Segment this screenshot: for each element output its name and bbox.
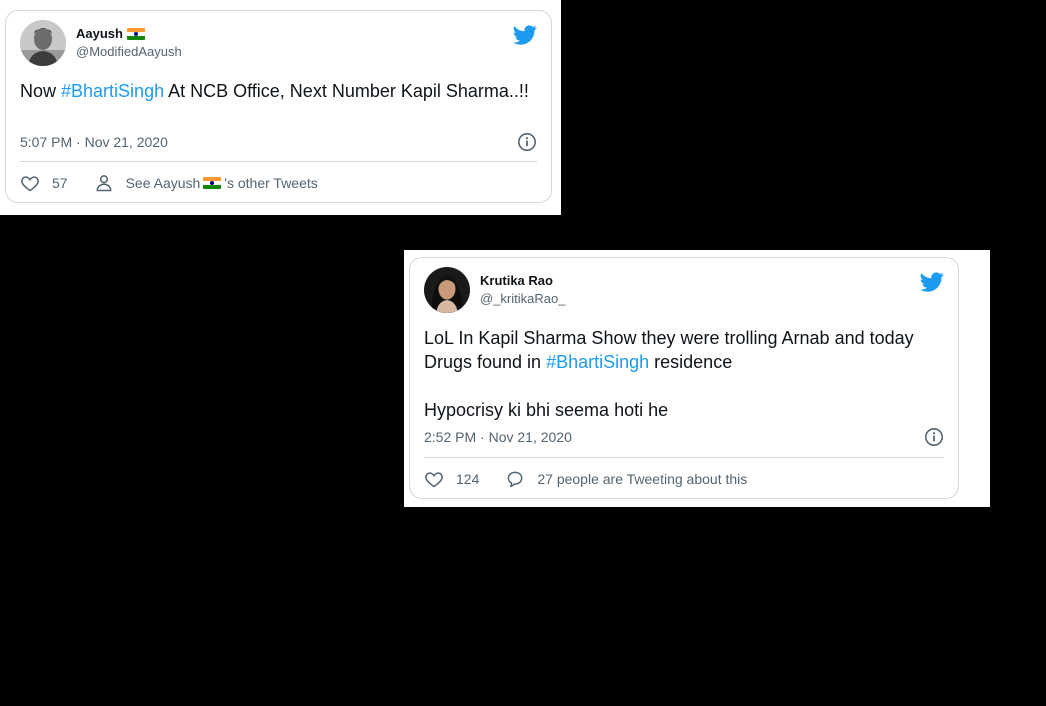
conversation-link[interactable]: 27 people are Tweeting about this (505, 469, 747, 489)
author-name[interactable]: Krutika Rao (480, 273, 565, 288)
tweet-header: Aayush @ModifiedAayush (20, 20, 537, 68)
twitter-bird-icon[interactable] (920, 270, 944, 294)
reply-bubble-icon (507, 471, 523, 488)
author-block[interactable]: Aayush @ModifiedAayush (76, 26, 182, 59)
tweet-paragraph-2: Hypocrisy ki bhi seema hoti he (424, 400, 669, 420)
see-other-tweets-prefix: See Aayush (125, 175, 201, 191)
tweet-actions: 124 27 people are Tweeting about this (424, 467, 944, 491)
divider (424, 457, 944, 458)
see-other-tweets-suffix: 's other Tweets (224, 175, 318, 191)
timestamp[interactable]: 5:07 PM · Nov 21, 2020 (20, 134, 168, 150)
india-flag-icon (126, 27, 145, 40)
avatar[interactable] (424, 267, 470, 313)
tweet-text-part: residence (649, 352, 733, 372)
author-block[interactable]: Krutika Rao @_kritikaRao_ (480, 273, 565, 306)
heart-icon (21, 176, 39, 192)
author-handle[interactable]: @ModifiedAayush (76, 44, 182, 59)
like-button[interactable]: 57 (20, 173, 68, 193)
tweet-card: Krutika Rao @_kritikaRao_ LoL In Kapil S… (409, 257, 959, 499)
timestamp[interactable]: 2:52 PM · Nov 21, 2020 (424, 429, 572, 445)
twitter-bird-icon[interactable] (513, 23, 537, 47)
india-flag-icon (203, 177, 222, 189)
hashtag-link[interactable]: #BhartiSingh (546, 352, 649, 372)
hashtag-link[interactable]: #BhartiSingh (61, 81, 164, 101)
tweet-card: Aayush @ModifiedAayush Now #BhartiSingh … (5, 10, 552, 203)
heart-icon (425, 472, 443, 488)
author-handle[interactable]: @_kritikaRao_ (480, 291, 565, 306)
author-name[interactable]: Aayush (76, 26, 182, 41)
tweet-text-part: At NCB Office, Next Number Kapil Sharma.… (164, 81, 529, 101)
like-button[interactable]: 124 (424, 469, 479, 489)
tweet-screenshot-1: Aayush @ModifiedAayush Now #BhartiSingh … (0, 0, 561, 215)
info-icon[interactable] (924, 427, 944, 447)
tweet-meta: 5:07 PM · Nov 21, 2020 (20, 131, 537, 153)
like-count: 124 (456, 471, 480, 487)
tweet-text: Now #BhartiSingh At NCB Office, Next Num… (20, 79, 537, 103)
tweet-text-part: Now (20, 81, 62, 101)
tweet-paragraph-1: LoL In Kapil Sharma Show they were troll… (424, 326, 944, 374)
see-other-tweets-link[interactable]: See Aayush 's other Tweets (94, 173, 318, 193)
author-name-text[interactable]: Aayush (76, 26, 123, 41)
divider (20, 161, 537, 162)
tweet-meta: 2:52 PM · Nov 21, 2020 (424, 426, 944, 448)
tweet-screenshot-2: Krutika Rao @_kritikaRao_ LoL In Kapil S… (404, 250, 990, 507)
avatar[interactable] (20, 20, 66, 66)
like-count: 57 (52, 175, 68, 191)
person-icon (96, 175, 111, 192)
info-icon[interactable] (517, 132, 537, 152)
tweet-actions: 57 See Aayush 's other Tweets (20, 171, 537, 195)
tweet-header: Krutika Rao @_kritikaRao_ (424, 267, 944, 315)
author-name-text[interactable]: Krutika Rao (480, 273, 553, 288)
tweet-text: LoL In Kapil Sharma Show they were troll… (424, 326, 944, 422)
conversation-text: 27 people are Tweeting about this (537, 471, 748, 487)
